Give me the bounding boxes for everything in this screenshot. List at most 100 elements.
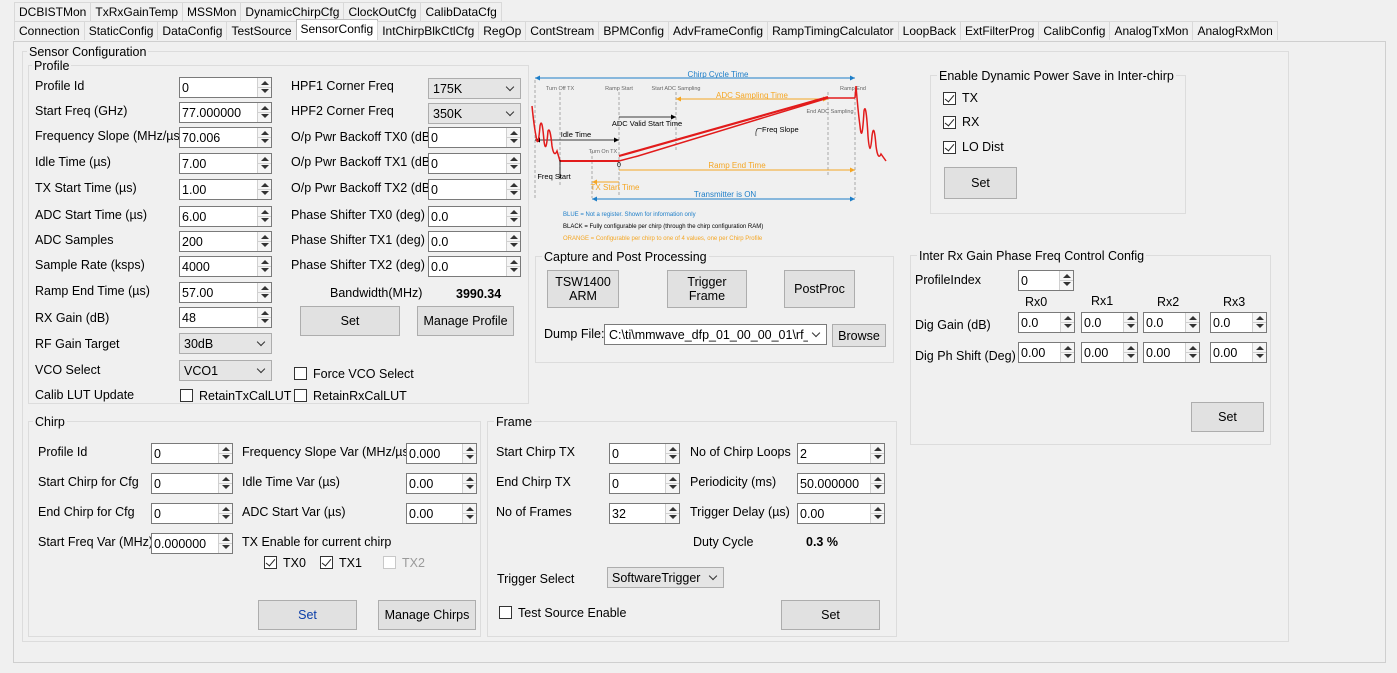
tx2-checkbox[interactable] <box>383 556 396 569</box>
tx1-checkbox[interactable] <box>320 556 333 569</box>
power-save-lo-checkbox[interactable] <box>943 141 956 154</box>
chirp-profile-id-spinner[interactable]: 0 <box>151 443 233 464</box>
start-chirp-cfg-label: Start Chirp for Cfg <box>38 475 139 489</box>
test-source-checkbox[interactable] <box>499 606 512 619</box>
phase-tx0-label: Phase Shifter TX0 (deg) <box>291 208 425 222</box>
retain-tx-checkbox[interactable] <box>180 389 193 402</box>
adc-samples-spinner[interactable]: 200 <box>179 231 272 252</box>
tab-mssmon[interactable]: MSSMon <box>182 2 242 21</box>
backoff-tx0-spinner[interactable]: 0 <box>428 127 521 148</box>
phase-tx0-spinner[interactable]: 0.0 <box>428 206 521 227</box>
tab-contstream[interactable]: ContStream <box>525 21 600 40</box>
ramp-end-text: Ramp End <box>840 86 866 92</box>
backoff-tx2-spinner[interactable]: 0 <box>428 179 521 200</box>
ramp-end-time-spinner[interactable]: 57.00 <box>179 282 272 303</box>
trigger-select-dropdown[interactable]: SoftwareTrigger <box>607 567 724 588</box>
periodicity-spinner[interactable]: 50.000000 <box>797 473 885 494</box>
tab-txrxgaintemp[interactable]: TxRxGainTemp <box>90 2 184 21</box>
postproc-button[interactable]: PostProc <box>784 270 855 308</box>
dig-gain-label: Dig Gain (dB) <box>915 318 991 332</box>
trigger-delay-label: Trigger Delay (µs) <box>690 505 790 519</box>
retain-rx-checkbox[interactable] <box>294 389 307 402</box>
chirp-set-button[interactable]: Set <box>258 600 357 630</box>
trigger-frame-button[interactable]: Trigger Frame <box>667 270 747 308</box>
chevron-down-icon <box>505 82 515 92</box>
dig-gain-rx3[interactable]: 0.0 <box>1210 312 1267 333</box>
rx-gain-spinner[interactable]: 48 <box>179 307 272 328</box>
backoff-tx1-spinner[interactable]: 0 <box>428 153 521 174</box>
calib-lut-update-label: Calib LUT Update <box>35 388 135 402</box>
tab-testsource[interactable]: TestSource <box>226 21 297 40</box>
sample-rate-spinner[interactable]: 4000 <box>179 256 272 277</box>
rf-gain-target-dropdown[interactable]: 30dB <box>179 333 272 354</box>
tab-extfilterprog[interactable]: ExtFilterProg <box>960 21 1040 40</box>
end-chirp-tx-spinner[interactable]: 0 <box>609 473 680 494</box>
manage-chirps-button[interactable]: Manage Chirps <box>378 600 476 630</box>
tab-dcbistmon[interactable]: DCBISTMon <box>14 2 92 21</box>
tab-dataconfig[interactable]: DataConfig <box>157 21 228 40</box>
start-freq-spinner[interactable]: 77.000000 <box>179 102 272 123</box>
tab-intchirpblkctlcfg[interactable]: IntChirpBlkCtlCfg <box>377 21 480 40</box>
frame-set-button[interactable]: Set <box>781 600 880 630</box>
start-adc-text: Start ADC Sampling <box>652 86 701 92</box>
force-vco-checkbox[interactable] <box>294 367 307 380</box>
start-freq-label: Start Freq (GHz) <box>35 104 128 118</box>
inter-rx-set-button[interactable]: Set <box>1191 402 1264 432</box>
dig-ph-rx1[interactable]: 0.00 <box>1081 342 1138 363</box>
ramp-end-time-label: Ramp End Time (µs) <box>35 284 150 298</box>
tab-calibconfig[interactable]: CalibConfig <box>1038 21 1111 40</box>
no-loops-spinner[interactable]: 2 <box>797 443 885 464</box>
tab-staticconfig[interactable]: StaticConfig <box>83 21 159 40</box>
tab-calibdatacfg[interactable]: CalibDataCfg <box>420 2 502 21</box>
dig-ph-rx2[interactable]: 0.00 <box>1143 342 1200 363</box>
browse-button[interactable]: Browse <box>832 324 886 347</box>
tab-regop[interactable]: RegOp <box>478 21 527 40</box>
tab-bpmconfig[interactable]: BPMConfig <box>598 21 670 40</box>
dig-gain-rx1[interactable]: 0.0 <box>1081 312 1138 333</box>
adc-start-time-spinner[interactable]: 6.00 <box>179 206 272 227</box>
adc-start-var-spinner[interactable]: 0.00 <box>406 503 477 524</box>
tx-enable-label: TX Enable for current chirp <box>242 535 392 549</box>
freq-slope-var-spinner[interactable]: 0.000 <box>406 443 477 464</box>
phase-tx2-spinner[interactable]: 0.0 <box>428 256 521 277</box>
tsw1400-arm-button[interactable]: TSW1400 ARM <box>547 270 619 308</box>
tx0-checkbox[interactable] <box>264 556 277 569</box>
trigger-delay-spinner[interactable]: 0.00 <box>797 503 885 524</box>
turn-on-tx-text: Turn On TX <box>589 149 618 155</box>
tx-start-time-spinner[interactable]: 1.00 <box>179 179 272 200</box>
start-chirp-cfg-spinner[interactable]: 0 <box>151 473 233 494</box>
freq-slope-spinner[interactable]: 70.006 <box>179 127 272 148</box>
power-save-tx-checkbox[interactable] <box>943 92 956 105</box>
dump-file-combo[interactable]: C:\ti\mmwave_dfp_01_00_00_01\rf_ <box>604 324 827 345</box>
power-save-rx-checkbox[interactable] <box>943 116 956 129</box>
dig-gain-rx2[interactable]: 0.0 <box>1143 312 1200 333</box>
end-chirp-cfg-spinner[interactable]: 0 <box>151 503 233 524</box>
dig-gain-rx0[interactable]: 0.0 <box>1018 312 1075 333</box>
hpf1-dropdown[interactable]: 175K <box>428 78 521 99</box>
tab-sensorconfig[interactable]: SensorConfig <box>295 19 379 40</box>
phase-tx1-spinner[interactable]: 0.0 <box>428 231 521 252</box>
idle-time-var-spinner[interactable]: 0.00 <box>406 473 477 494</box>
idle-time-spinner[interactable]: 7.00 <box>179 153 272 174</box>
profile-id-spinner[interactable]: 0 <box>179 77 272 98</box>
tab-analogrxmon[interactable]: AnalogRxMon <box>1192 21 1278 40</box>
chevron-down-icon <box>256 364 266 374</box>
tab-advframeconfig[interactable]: AdvFrameConfig <box>668 21 769 40</box>
hpf2-dropdown[interactable]: 350K <box>428 103 521 124</box>
dig-ph-rx0[interactable]: 0.00 <box>1018 342 1075 363</box>
tab-loopback[interactable]: LoopBack <box>897 21 962 40</box>
manage-profile-button[interactable]: Manage Profile <box>417 306 514 336</box>
start-freq-var-spinner[interactable]: 0.000000 <box>151 533 233 554</box>
vco-select-dropdown[interactable]: VCO1 <box>179 360 272 381</box>
profile-index-spinner[interactable]: 0 <box>1018 270 1074 291</box>
trigger-select-label: Trigger Select <box>497 572 575 586</box>
tab-ramptimingcalculator[interactable]: RampTimingCalculator <box>767 21 899 40</box>
profile-set-button[interactable]: Set <box>300 306 400 336</box>
start-chirp-tx-spinner[interactable]: 0 <box>609 443 680 464</box>
dig-ph-rx3[interactable]: 0.00 <box>1210 342 1267 363</box>
tab-connection[interactable]: Connection <box>14 21 85 40</box>
power-save-set-button[interactable]: Set <box>944 167 1017 199</box>
no-frames-spinner[interactable]: 32 <box>609 503 680 524</box>
profile-title: Profile <box>32 59 72 73</box>
tab-analogtxmon[interactable]: AnalogTxMon <box>1109 21 1194 40</box>
